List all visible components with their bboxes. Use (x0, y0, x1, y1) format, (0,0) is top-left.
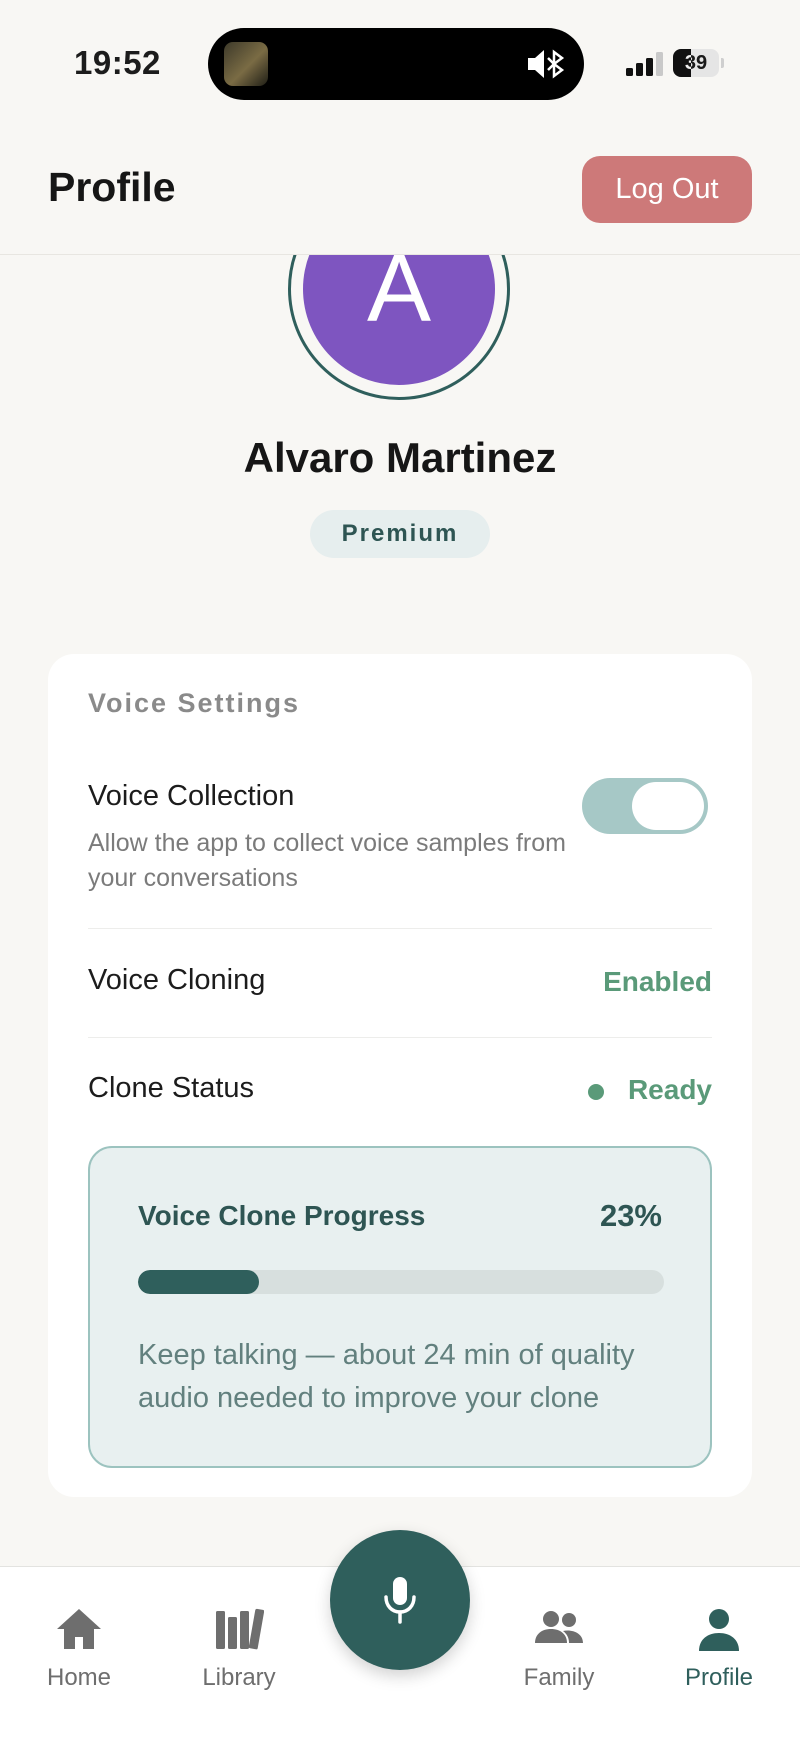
clone-status-value: Ready (627, 1074, 712, 1105)
tab-label: Home (46, 1664, 112, 1691)
voice-collection-description: Allow the app to collect voice samples f… (88, 829, 566, 892)
tab-profile[interactable]: Profile (644, 1607, 794, 1692)
status-dot-icon (588, 1084, 604, 1100)
divider (88, 1037, 712, 1038)
voice-cloning-value: Enabled (603, 966, 712, 997)
tab-label: Family (523, 1664, 595, 1691)
home-icon (57, 1609, 101, 1649)
now-playing-thumbnail[interactable] (224, 42, 268, 86)
tab-library[interactable]: Library (164, 1607, 314, 1692)
progress-bar (138, 1270, 664, 1294)
tab-home[interactable]: Home (4, 1607, 154, 1692)
voice-collection-toggle[interactable] (582, 778, 708, 834)
section-title: Voice Settings (88, 688, 301, 718)
voice-settings-card: Voice Settings Voice Collection Allow th… (48, 654, 752, 1497)
record-button[interactable] (330, 1530, 470, 1670)
tab-family[interactable]: Family (484, 1607, 634, 1692)
profile-icon (699, 1609, 739, 1651)
page-title: Profile (48, 164, 176, 210)
clone-status-label: Clone Status (88, 1072, 255, 1104)
audio-output-icon (526, 46, 566, 87)
progress-note: Keep talking — about 24 min of quality a… (138, 1339, 635, 1414)
voice-cloning-label: Voice Cloning (88, 964, 266, 996)
progress-percent: 23% (599, 1198, 662, 1233)
toggle-knob (632, 782, 704, 830)
progress-bar-fill (138, 1270, 259, 1294)
logout-button[interactable]: Log Out (582, 156, 752, 223)
tab-label: Profile (684, 1664, 754, 1691)
dynamic-island[interactable] (208, 28, 584, 100)
status-time: 19:52 (74, 44, 161, 81)
family-icon (535, 1611, 583, 1643)
user-name: Alvaro Martinez (243, 434, 557, 481)
divider (88, 928, 712, 929)
progress-title: Voice Clone Progress (138, 1200, 426, 1231)
plan-badge: Premium (310, 510, 490, 558)
tab-label: Library (202, 1664, 276, 1691)
battery-level: 39 (684, 52, 708, 74)
microphone-icon (384, 1577, 416, 1624)
voice-collection-label: Voice Collection (88, 780, 295, 812)
voice-clone-progress-panel: Voice Clone Progress 23% Keep talking — … (88, 1146, 712, 1468)
cellular-signal-icon (626, 52, 664, 81)
library-icon (216, 1608, 265, 1650)
battery-icon: 39 (673, 49, 719, 77)
app-header: Profile Log Out (0, 120, 800, 255)
